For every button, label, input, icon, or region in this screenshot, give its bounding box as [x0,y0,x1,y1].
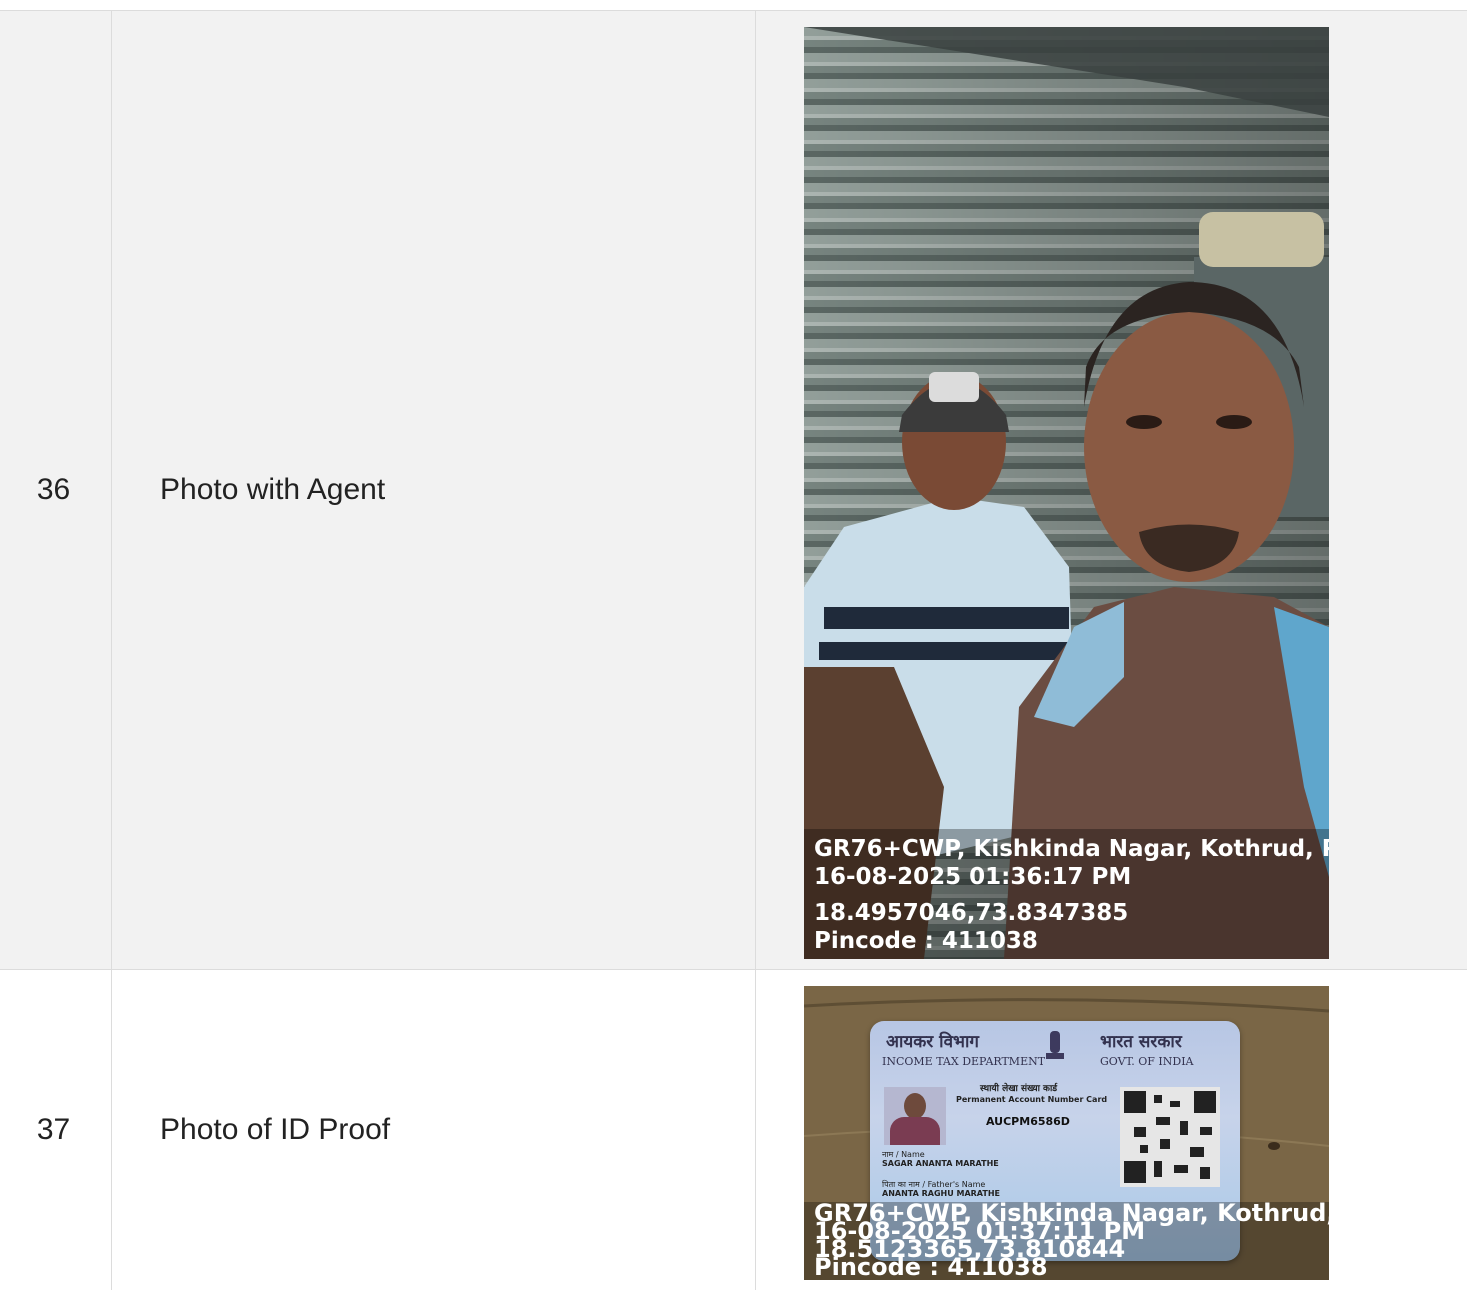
row-label: Photo with Agent [112,11,756,969]
geo-stamp: GR76+CWP, Kishkinda Nagar, Kothrud, Pune… [804,1201,1329,1280]
row-number: 37 [0,970,112,1290]
pan-father-name: ANANTA RAGHU MARATHE [882,1189,1000,1198]
agent-photo[interactable]: GR76+CWP, Kishkinda Nagar, Kothrud, Pune… [804,27,1329,959]
stamp-pincode: Pincode : 411038 [814,928,1038,954]
pan-dept-english: INCOME TAX DEPARTMENT [882,1055,1046,1068]
pan-title-english: Permanent Account Number Card [956,1095,1108,1104]
pan-govt-english: GOVT. OF INDIA [1100,1055,1194,1068]
photo-cell: आयकर विभाग INCOME TAX DEPARTMENT भारत सर… [756,970,1467,1290]
emblem-icon [1046,1031,1064,1059]
geo-stamp: GR76+CWP, Kishkinda Nagar, Kothrud, Pune… [804,829,1329,959]
row-label: Photo of ID Proof [112,970,756,1290]
agent-photo-image [804,27,1329,959]
table-row: 37 Photo of ID Proof आयकर विभाग INCOME T… [0,970,1467,1290]
photo-cell: GR76+CWP, Kishkinda Nagar, Kothrud, Pune… [756,11,1467,969]
row-number: 36 [0,11,112,969]
pan-govt-hindi: भारत सरकार [1100,1032,1182,1052]
table-row: 36 Photo with Agent GR76+CWP, Kishkinda … [0,11,1467,970]
pan-number: AUCPM6586D [986,1115,1070,1128]
card-holder-photo [884,1087,946,1145]
pan-title-hindi: स्थायी लेखा संख्या कार्ड [980,1084,1058,1094]
stamp-datetime: 16-08-2025 01:36:17 PM [814,864,1132,890]
stamp-coordinates: 18.4957046,73.8347385 [814,900,1129,926]
qr-code-icon [1120,1087,1220,1187]
pan-name: SAGAR ANANTA MARATHE [882,1159,999,1168]
stamp-address: GR76+CWP, Kishkinda Nagar, Kothrud, Pune [814,836,1329,862]
id-proof-photo[interactable]: आयकर विभाग INCOME TAX DEPARTMENT भारत सर… [804,986,1329,1280]
pan-dept-hindi: आयकर विभाग [886,1032,979,1052]
document-table: 36 Photo with Agent GR76+CWP, Kishkinda … [0,10,1467,1290]
